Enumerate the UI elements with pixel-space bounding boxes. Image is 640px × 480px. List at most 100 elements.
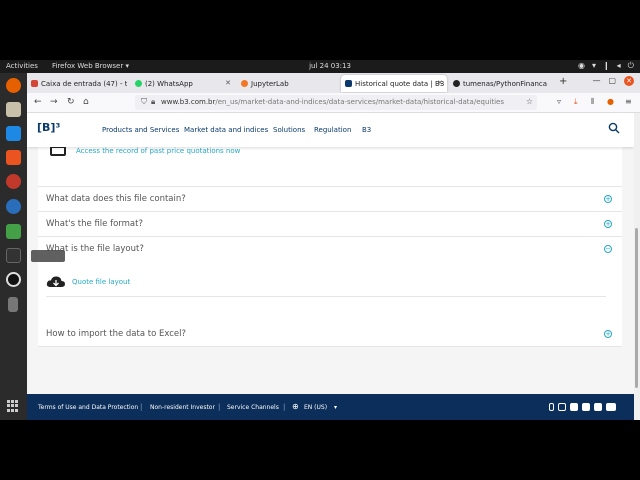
linkedin-icon[interactable]	[594, 403, 602, 411]
collapse-icon[interactable]: −	[604, 245, 612, 253]
tab-github[interactable]: tumenas/PythonFinanca	[449, 75, 553, 92]
back-icon[interactable]: ←	[34, 97, 42, 107]
screen: Activities Firefox Web Browser ▾ jul 24 …	[0, 0, 640, 480]
files-icon[interactable]	[6, 102, 21, 117]
faq-item-file-layout[interactable]: What is the file layout? −	[38, 236, 622, 261]
site-header: [B]³ Products and Services Market data a…	[27, 113, 634, 147]
app-menu[interactable]: Firefox Web Browser ▾	[52, 62, 129, 70]
tab-gmail[interactable]: Caixa de entrada (47) - ti	[27, 75, 127, 92]
nav-b3[interactable]: B3	[362, 126, 371, 134]
close-tab-icon[interactable]: ✕	[225, 79, 231, 87]
tab-whatsapp[interactable]: (2) WhatsApp ✕	[131, 75, 235, 92]
dock-tooltip	[31, 250, 65, 262]
footer-separator: |	[283, 403, 286, 411]
footer-nonresident-link[interactable]: Non-resident Investor	[150, 404, 215, 411]
nav-regulation[interactable]: Regulation	[314, 126, 351, 134]
document-icon	[50, 146, 66, 156]
lock-icon[interactable]: 🔒︎	[151, 97, 155, 107]
b3-logo[interactable]: [B]³	[37, 121, 60, 134]
nav-solutions[interactable]: Solutions	[273, 126, 305, 134]
volume-icon: ◂	[616, 61, 621, 70]
faq-question: What's the file format?	[46, 219, 143, 229]
whatsapp-icon	[135, 80, 142, 87]
expand-icon[interactable]: +	[604, 220, 612, 228]
r-icon[interactable]	[6, 199, 21, 214]
faq-item-data-contents[interactable]: What data does this file contain? +	[38, 186, 622, 211]
expand-icon[interactable]: +	[604, 195, 612, 203]
network-icon: ▾	[591, 61, 596, 70]
footer-separator: |	[218, 403, 221, 411]
gnome-top-bar: Activities Firefox Web Browser ▾ jul 24 …	[0, 60, 640, 73]
library-icon[interactable]: ⫴	[591, 97, 594, 107]
b3-icon	[345, 80, 352, 87]
footer-terms-link[interactable]: Terms of Use and Data Protection	[38, 404, 138, 411]
nav-market-data-and-indices[interactable]: Market data and indices	[184, 126, 268, 134]
youtube-icon[interactable]	[606, 403, 616, 411]
tab-b3-historical[interactable]: Historical quote data | B3 ✕	[341, 75, 447, 92]
bookmark-star-icon[interactable]: ☆	[525, 97, 533, 106]
close-tab-icon[interactable]: ✕	[437, 79, 443, 87]
url-host: www.b3.com.br	[161, 98, 216, 106]
faq-item-file-format[interactable]: What's the file format? +	[38, 211, 622, 236]
faq-card: Access the record of past price quotatio…	[38, 141, 622, 324]
system-tray[interactable]: ◉ ▾ ❙ ◂ ⏻	[578, 61, 634, 71]
footer-service-link[interactable]: Service Channels	[227, 404, 279, 411]
faq-question: What data does this file contain?	[46, 194, 186, 204]
nav-products-and-services[interactable]: Products and Services	[102, 126, 179, 134]
navigation-bar: ← → ↻ ⌂ ⛉ 🔒︎ www.b3.com.br/en_us/market-…	[27, 93, 640, 113]
language-selector[interactable]: EN (US)	[304, 404, 327, 411]
tab-jupyterlab[interactable]: JupyterLab	[237, 75, 341, 92]
faq-row: How to import the data to Excel? +	[38, 322, 622, 347]
show-apps-icon[interactable]	[7, 400, 19, 412]
github-icon	[453, 80, 460, 87]
mobile-icon[interactable]	[549, 403, 554, 411]
search-icon[interactable]	[608, 122, 620, 134]
reload-icon[interactable]: ↻	[67, 97, 75, 107]
site-footer: Terms of Use and Data Protection | Non-r…	[27, 394, 634, 420]
new-tab-button[interactable]: +	[559, 76, 567, 87]
trash-icon[interactable]	[8, 297, 18, 312]
globe-icon: ⊕	[292, 402, 299, 411]
facebook-icon[interactable]	[570, 403, 578, 411]
social-links	[549, 403, 616, 411]
settings-icon[interactable]	[6, 174, 21, 189]
obs-icon[interactable]	[6, 272, 21, 287]
quote-file-layout-link[interactable]: Quote file layout	[46, 273, 606, 297]
shield-icon[interactable]: ⛉	[141, 97, 147, 107]
web-page: [B]³ Products and Services Market data a…	[27, 113, 634, 420]
firefox-icon[interactable]	[6, 78, 21, 93]
spreadsheet-icon[interactable]	[6, 224, 21, 239]
software-icon[interactable]	[6, 150, 21, 165]
close-window-button[interactable]: ✕	[624, 76, 634, 86]
url-bar[interactable]: ⛉ 🔒︎ www.b3.com.br/en_us/market-data-and…	[135, 95, 537, 110]
home-icon[interactable]: ⌂	[83, 97, 89, 107]
pocket-icon[interactable]: ▿	[557, 97, 561, 106]
instagram-icon[interactable]	[558, 403, 566, 411]
window-controls: — ▢ ✕	[592, 76, 634, 86]
maximize-button[interactable]: ▢	[608, 76, 616, 86]
gmail-icon	[31, 80, 38, 87]
document-icon[interactable]	[6, 126, 21, 141]
extension-icon[interactable]: ●	[607, 97, 614, 106]
faq-question: How to import the data to Excel?	[46, 329, 187, 339]
jupyter-icon	[241, 80, 248, 87]
menu-icon[interactable]: ≡	[625, 97, 632, 106]
terminal-icon[interactable]	[6, 248, 21, 263]
tab-bar: Caixa de entrada (47) - ti (2) WhatsApp …	[27, 73, 640, 93]
chevron-down-icon[interactable]: ▾	[334, 404, 337, 411]
clock[interactable]: jul 24 03:13	[300, 62, 360, 70]
faq-item-import-excel[interactable]: How to import the data to Excel? +	[38, 322, 622, 347]
downloads-icon[interactable]: ⤓	[574, 97, 578, 107]
activities-button[interactable]: Activities	[6, 62, 38, 70]
scrollbar-thumb[interactable]	[635, 228, 638, 388]
twitter-icon[interactable]	[582, 403, 590, 411]
minimize-button[interactable]: —	[592, 76, 600, 86]
power-icon: ⏻	[627, 61, 634, 70]
record-icon: ◉	[577, 61, 585, 70]
cloud-download-icon	[46, 276, 65, 287]
page-scrollbar[interactable]	[634, 113, 640, 420]
forward-icon[interactable]: →	[50, 97, 58, 107]
expand-icon[interactable]: +	[604, 330, 612, 338]
footer-separator: |	[140, 403, 143, 411]
mic-icon: ❙	[602, 61, 610, 70]
